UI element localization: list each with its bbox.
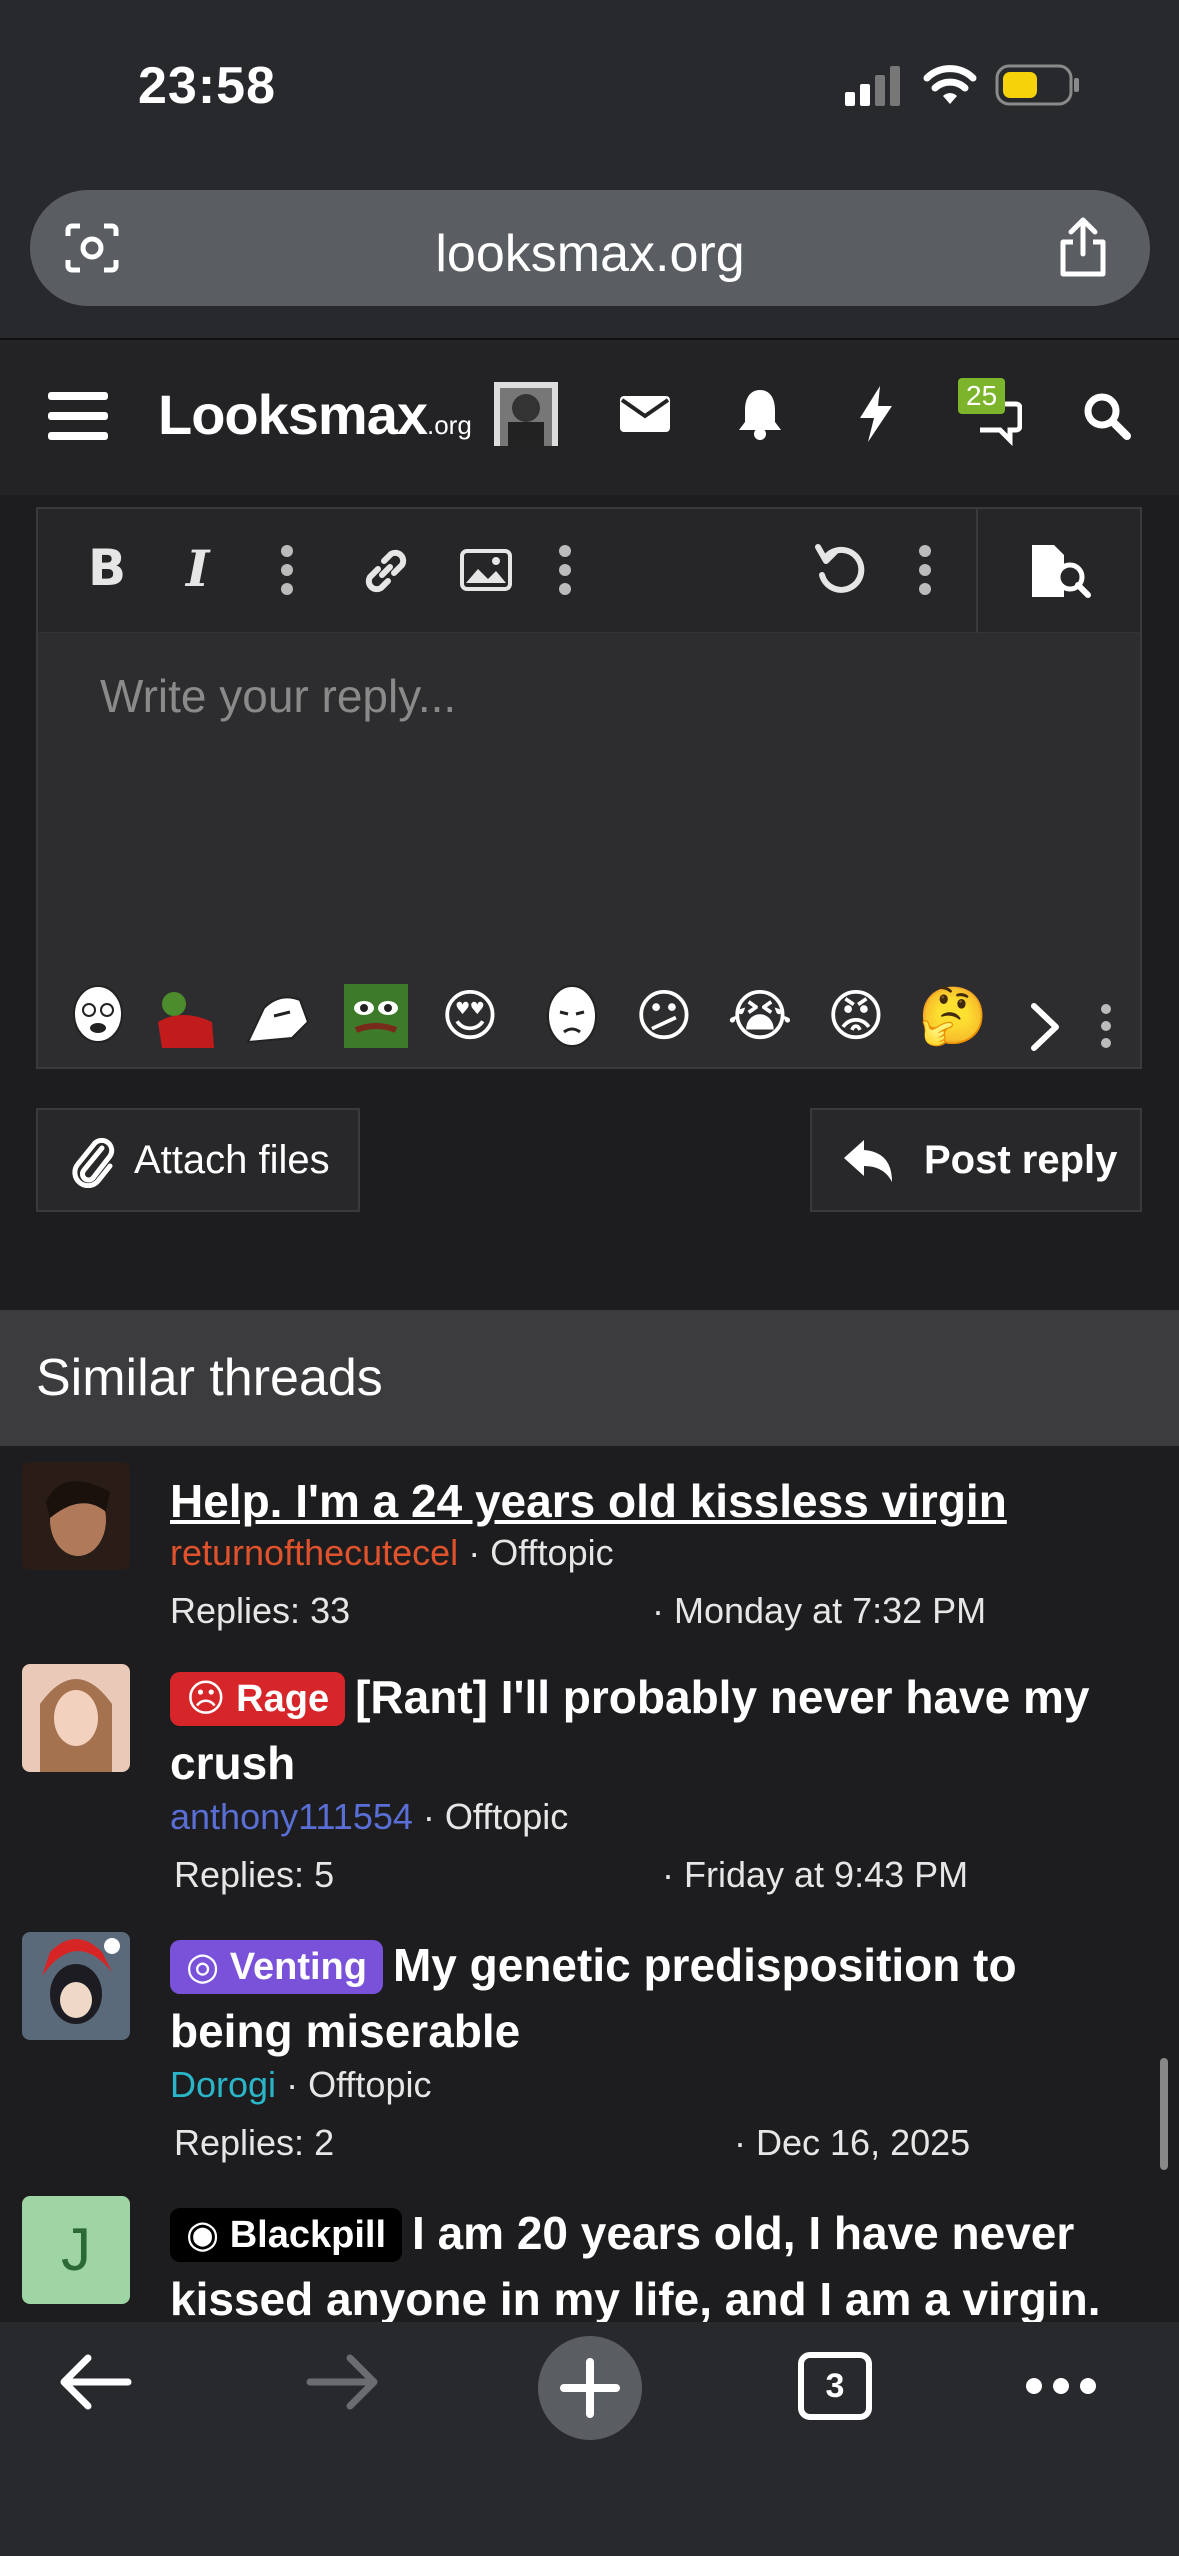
- envelope-icon[interactable]: [620, 396, 670, 432]
- emoji-confused[interactable]: 😕: [630, 982, 698, 1050]
- prefix-blackpill[interactable]: ◉ Blackpill: [170, 2208, 403, 2262]
- more-menu-icon[interactable]: [1024, 2374, 1098, 2398]
- emoji-bar: 😍 😕 😭 😡 🤔: [38, 964, 1140, 1064]
- back-arrow-icon[interactable]: [58, 2354, 132, 2410]
- smilie-gigachad[interactable]: [244, 982, 312, 1050]
- thread-date: Monday at 7:32 PM: [674, 1590, 987, 1631]
- search-icon[interactable]: [1083, 392, 1131, 440]
- thread-replies: Replies: 2: [174, 2122, 335, 2163]
- address-bar[interactable]: looksmax.org: [30, 190, 1150, 306]
- more-options-icon[interactable]: [280, 545, 294, 595]
- forward-arrow-icon[interactable]: [306, 2354, 380, 2410]
- thread-author[interactable]: returnofthecutecel: [170, 1532, 458, 1573]
- smilie-wojak-cry[interactable]: [538, 982, 606, 1050]
- link-icon[interactable]: [360, 545, 412, 597]
- emoji-heart-eyes[interactable]: 😍: [436, 982, 504, 1050]
- emoji-more-icon[interactable]: [1100, 1004, 1112, 1048]
- thread-author[interactable]: Dorogi: [170, 2064, 276, 2105]
- post-reply-button[interactable]: Post reply: [810, 1108, 1142, 1212]
- attach-files-label: Attach files: [134, 1138, 330, 1182]
- thread-forum[interactable]: Offtopic: [445, 1796, 568, 1837]
- smilie-pepe-red[interactable]: [152, 982, 220, 1050]
- user-avatar[interactable]: [494, 382, 558, 446]
- attach-files-button[interactable]: Attach files: [36, 1108, 360, 1212]
- site-header: Looksmax.org 25: [0, 340, 1179, 495]
- wifi-icon: [923, 65, 977, 104]
- similar-threads-title: Similar threads: [36, 1349, 383, 1407]
- thread-date: Dec 16, 2025: [756, 2122, 971, 2163]
- avatar[interactable]: [22, 1932, 130, 2040]
- bell-icon[interactable]: [737, 388, 783, 440]
- emoji-angry[interactable]: 😡: [822, 982, 890, 1050]
- logo-tld: .org: [427, 410, 472, 440]
- image-icon[interactable]: [460, 549, 512, 591]
- thread-date: Friday at 9:43 PM: [684, 1854, 969, 1895]
- similar-threads-header: Similar threads: [0, 1310, 1179, 1446]
- thread-replies: Replies: 5: [174, 1854, 335, 1895]
- avatar[interactable]: [22, 1664, 130, 1772]
- logo-text: Looksmax: [158, 383, 428, 446]
- new-tab-icon[interactable]: [536, 2334, 644, 2442]
- reply-textarea[interactable]: Write your reply...: [100, 669, 456, 723]
- more-history-icon[interactable]: [918, 545, 932, 595]
- battery-icon: [995, 64, 1079, 106]
- toolbar-divider: [976, 509, 978, 633]
- post-reply-label: Post reply: [924, 1138, 1118, 1182]
- thread-forum[interactable]: Offtopic: [308, 2064, 431, 2105]
- browser-toolbar: looksmax.org: [0, 175, 1179, 340]
- scrollbar[interactable]: [1160, 2058, 1168, 2170]
- avatar[interactable]: J: [22, 2196, 130, 2304]
- lightning-icon[interactable]: [858, 386, 894, 442]
- emoji-crying[interactable]: 😭: [726, 982, 794, 1050]
- prefix-label: Rage: [236, 1678, 330, 1720]
- avatar[interactable]: [22, 1462, 130, 1570]
- more-insert-icon[interactable]: [558, 545, 572, 595]
- prefix-rage[interactable]: ☹ Rage: [170, 1672, 346, 1726]
- prefix-venting[interactable]: ◎ Venting: [170, 1940, 383, 1994]
- reply-editor: B I Write your reply... 😍 😕 😭 😡 🤔: [36, 507, 1142, 1069]
- smilie-soyjak[interactable]: [64, 982, 132, 1050]
- alerts-count-badge: 25: [958, 378, 1006, 414]
- reply-arrow-icon: [844, 1140, 892, 1182]
- tabs-button[interactable]: 3: [798, 2352, 872, 2420]
- url-text: looksmax.org: [435, 225, 745, 283]
- list-item: J ◉ Blackpill I am 20 years old, I have n…: [0, 2196, 1179, 2322]
- paperclip-icon: [72, 1137, 115, 1188]
- cellular-signal-icon: [845, 66, 900, 106]
- prefix-label: Blackpill: [229, 2214, 387, 2256]
- smilie-pepe[interactable]: [342, 982, 410, 1050]
- prefix-label: Venting: [229, 1946, 367, 1988]
- editor-toolbar: B I: [38, 509, 1140, 633]
- preview-icon[interactable]: [1030, 543, 1092, 599]
- emoji-thinking[interactable]: 🤔: [918, 982, 988, 1050]
- italic-button[interactable]: I: [186, 539, 209, 598]
- undo-icon[interactable]: [814, 543, 866, 597]
- site-logo[interactable]: Looksmax.org: [158, 382, 472, 447]
- status-bar: 23:58: [0, 0, 1179, 175]
- thread-title[interactable]: Help. I'm a 24 years old kissless virgin: [170, 1468, 1150, 1534]
- bold-button[interactable]: B: [88, 539, 126, 597]
- chevron-right-icon[interactable]: [1028, 1002, 1064, 1052]
- clock: 23:58: [138, 57, 276, 115]
- share-icon[interactable]: [1055, 216, 1111, 278]
- browser-bottom-bar: 3: [0, 2322, 1179, 2556]
- thread-replies: Replies: 33: [170, 1590, 351, 1631]
- thread-forum[interactable]: Offtopic: [490, 1532, 613, 1573]
- thread-author[interactable]: anthony111554: [170, 1796, 413, 1837]
- menu-hamburger-icon[interactable]: [48, 390, 108, 442]
